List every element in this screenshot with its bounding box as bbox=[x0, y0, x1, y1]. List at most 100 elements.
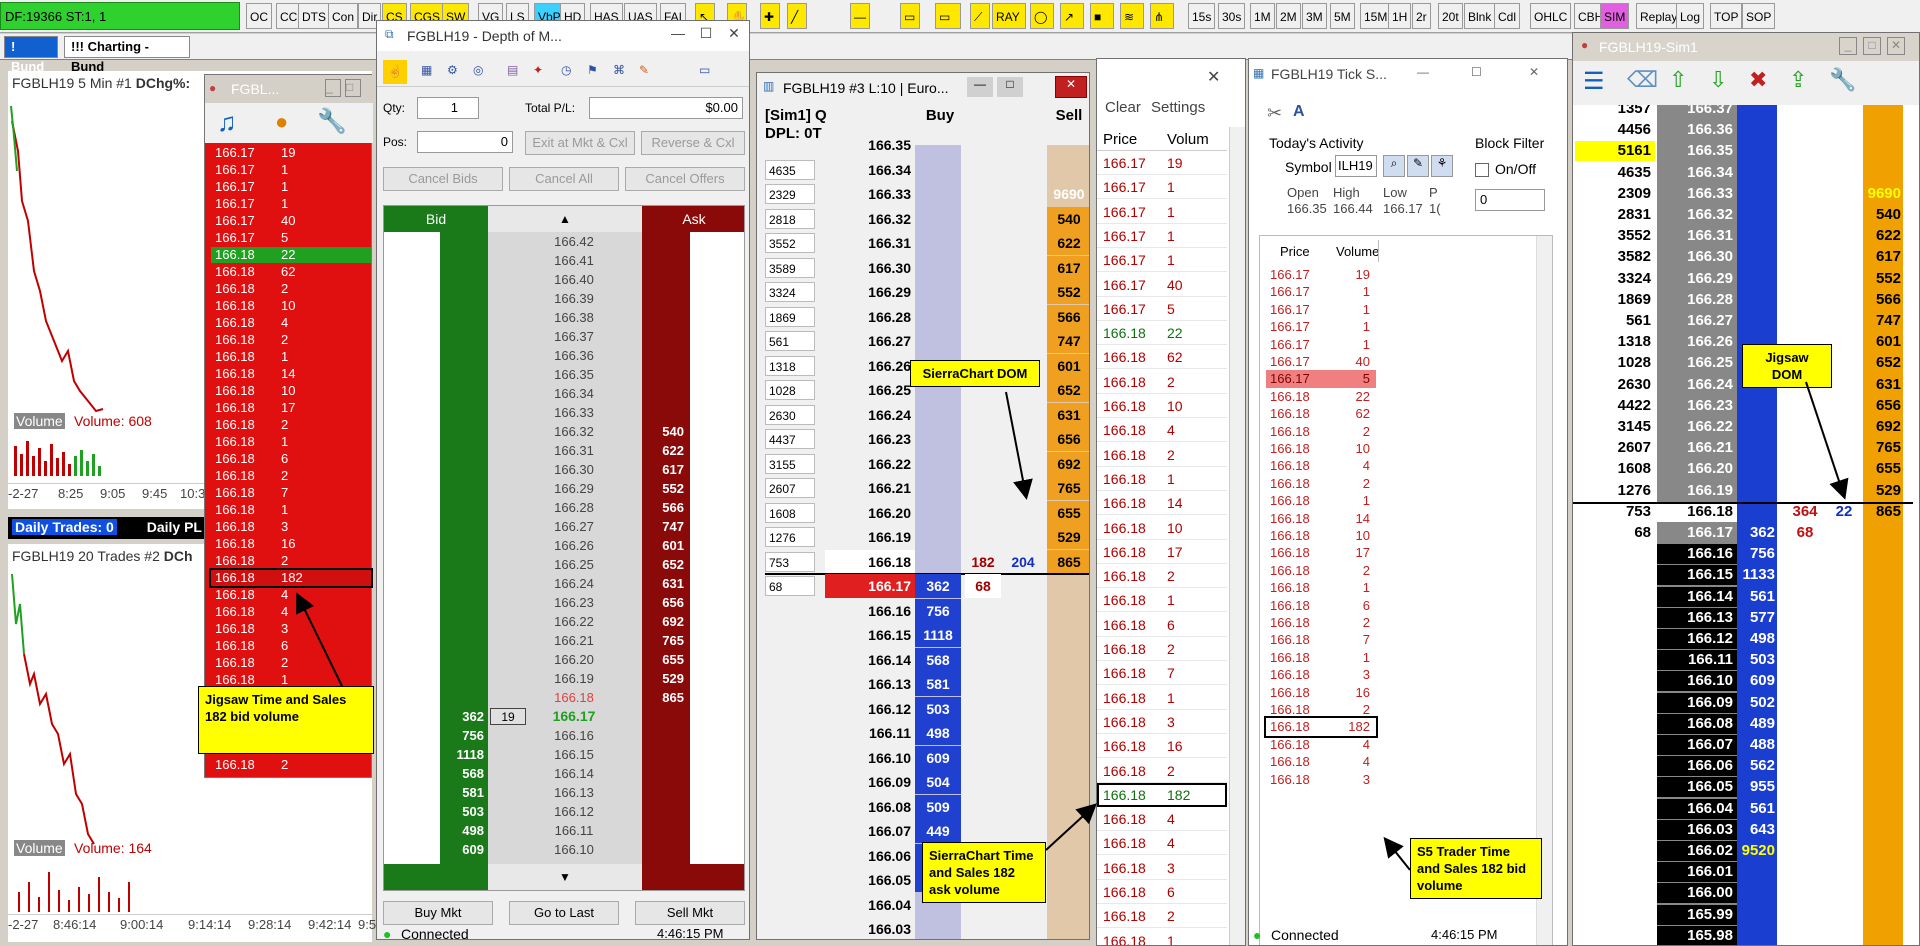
table-row[interactable]: 581 166.13 bbox=[384, 783, 744, 802]
exit-at-mkt-button[interactable]: Exit at Mkt & Cxl bbox=[525, 131, 635, 155]
table-row[interactable]: 3552 166.31 622 bbox=[1573, 226, 1913, 246]
arrow-icon[interactable]: ↗ bbox=[1060, 3, 1084, 29]
table-row[interactable]: 4635 166.34 bbox=[765, 158, 1089, 182]
table-row[interactable]: 2607 166.21 765 bbox=[765, 476, 1089, 500]
minimize-button[interactable]: — bbox=[1417, 65, 1429, 79]
timeframe-1m[interactable]: 1M bbox=[1250, 3, 1275, 29]
network-icon[interactable]: ⌘ bbox=[613, 63, 625, 77]
table-row[interactable]: 166.19 529 bbox=[384, 669, 744, 688]
table-row[interactable]: 753 166.18 182 204 865 bbox=[765, 549, 1089, 575]
scroll-down-icon[interactable]: ▼ bbox=[488, 864, 642, 890]
close-button[interactable]: ✕ bbox=[1529, 65, 1539, 79]
table-row[interactable]: 4437 166.23 656 bbox=[765, 427, 1089, 451]
timeframe-1h[interactable]: 1H bbox=[1388, 3, 1412, 29]
grid-icon[interactable]: ▤ bbox=[507, 63, 518, 77]
jigsaw-time-and-sales[interactable]: ● FGBL... _ □ ♫ ● 🔧 166.17 19 166.17 1 166.1… bbox=[204, 74, 373, 778]
maximize-button[interactable]: ☐ bbox=[695, 25, 717, 45]
table-row[interactable]: 166.15 1133 bbox=[1573, 565, 1913, 586]
table-row[interactable]: 756 166.16 bbox=[384, 726, 744, 745]
buy-mkt-button[interactable]: Buy Mkt bbox=[383, 901, 493, 925]
close-button[interactable]: ✕ bbox=[1207, 67, 1220, 87]
table-row[interactable]: 166.20 655 bbox=[384, 650, 744, 669]
cancel-all-button[interactable]: Cancel All bbox=[509, 167, 619, 191]
table-row[interactable]: 3589 166.30 617 bbox=[765, 255, 1089, 280]
timeframe-3m[interactable]: 3M bbox=[1302, 3, 1327, 29]
maximize-button[interactable]: □ bbox=[997, 77, 1023, 97]
ladder-icon[interactable]: ☰ bbox=[1583, 67, 1605, 96]
table-row[interactable]: 753 166.18 364 22 865 bbox=[1573, 501, 1913, 522]
table-row[interactable]: 362 19 166.17 bbox=[384, 707, 744, 726]
toolbar-button-oc[interactable]: OC bbox=[246, 3, 272, 29]
rect2-icon[interactable]: ▭ bbox=[935, 3, 961, 29]
table-row[interactable]: 503 166.12 bbox=[384, 802, 744, 821]
timeframe-ohlc[interactable]: OHLC bbox=[1530, 3, 1572, 29]
timeframe-sop[interactable]: SOP bbox=[1742, 3, 1776, 29]
table-row[interactable]: 166.25 652 bbox=[384, 555, 744, 574]
table-row[interactable]: 166.36 bbox=[384, 346, 744, 365]
table-row[interactable]: 561 166.27 747 bbox=[1573, 311, 1913, 331]
table-row[interactable]: 166.14 568 bbox=[765, 647, 1089, 672]
cancel-bids-button[interactable]: Cancel Bids bbox=[383, 167, 503, 191]
clock-icon[interactable]: ◷ bbox=[561, 63, 571, 77]
table-row[interactable]: 166.39 bbox=[384, 289, 744, 308]
table-row[interactable]: 166.01 bbox=[1573, 862, 1913, 883]
table-row[interactable]: 4635 166.34 bbox=[1573, 163, 1913, 183]
table-row[interactable]: 166.16 756 bbox=[765, 598, 1089, 623]
table-row[interactable]: 166.30 617 bbox=[384, 460, 744, 479]
minimize-button[interactable]: _ bbox=[325, 79, 341, 97]
up-arrow-icon[interactable]: ⇧ bbox=[1669, 67, 1687, 93]
table-row[interactable]: 166.29 552 bbox=[384, 479, 744, 498]
table-row[interactable]: 166.15 1118 bbox=[765, 623, 1089, 647]
wrench-icon[interactable]: 🔧 bbox=[1829, 67, 1856, 93]
calculator-icon[interactable]: ▦ bbox=[421, 63, 432, 77]
table-row[interactable]: 166.03 643 bbox=[1573, 819, 1913, 840]
table-row[interactable]: 166.13 577 bbox=[1573, 607, 1913, 628]
close-button[interactable]: ✕ bbox=[1887, 37, 1905, 55]
down-arrow-icon[interactable]: ⇩ bbox=[1709, 67, 1727, 93]
table-row[interactable]: 4422 166.23 656 bbox=[1573, 396, 1913, 416]
table-row[interactable]: 68 166.17 362 68 bbox=[765, 574, 1089, 598]
tab-bund[interactable]: ! Bund bbox=[4, 36, 58, 74]
table-row[interactable]: 166.35 bbox=[765, 133, 1089, 157]
depth-of-market-window[interactable]: FGBLH19 - Depth of M... ⧉ — ☐ ✕ ☝ ▦ ⚙ ◎ … bbox=[376, 20, 750, 940]
reverse-button[interactable]: Reverse & Cxl bbox=[641, 131, 745, 155]
wrench-icon[interactable]: 🔧 bbox=[317, 107, 347, 136]
table-row[interactable]: 166.26 601 bbox=[384, 536, 744, 555]
table-row[interactable]: 166.28 566 bbox=[384, 498, 744, 517]
table-row[interactable]: 609 166.10 bbox=[384, 840, 744, 859]
table-row[interactable]: 166.12 503 bbox=[765, 696, 1089, 721]
flag-icon[interactable]: ⚑ bbox=[587, 63, 598, 77]
close-button[interactable]: ✕ bbox=[723, 25, 745, 45]
ray-button[interactable]: RAY bbox=[992, 3, 1026, 29]
timeframe-2m[interactable]: 2M bbox=[1276, 3, 1301, 29]
table-row[interactable]: 1608 166.20 655 bbox=[765, 500, 1089, 525]
timeframe-sim[interactable]: SIM bbox=[1600, 3, 1630, 29]
timeframe-15m[interactable]: 15M bbox=[1360, 3, 1392, 29]
table-row[interactable]: 166.07 488 bbox=[1573, 735, 1913, 755]
table-row[interactable]: 166.00 bbox=[1573, 883, 1913, 904]
table-row[interactable]: 1276 166.19 529 bbox=[1573, 481, 1913, 501]
link-icon[interactable]: ✎ bbox=[1407, 155, 1429, 177]
table-row[interactable]: 561 166.27 747 bbox=[765, 329, 1089, 353]
timeframe-log[interactable]: Log bbox=[1676, 3, 1705, 29]
music-note-icon[interactable]: ♫ bbox=[217, 107, 237, 138]
timeframe-blnk[interactable]: Blnk bbox=[1464, 3, 1496, 29]
timeframe-20t[interactable]: 20t bbox=[1438, 3, 1463, 29]
table-row[interactable]: 165.98 bbox=[1573, 925, 1913, 945]
table-row[interactable]: 166.41 bbox=[384, 251, 744, 270]
tab-charting-bund[interactable]: !!! Charting - Bund bbox=[64, 36, 190, 74]
filter-icon[interactable]: ⚘ bbox=[1431, 155, 1453, 177]
crosshair-icon[interactable]: ✚ bbox=[760, 3, 780, 29]
scroll-up-icon[interactable]: ▲ bbox=[488, 206, 642, 232]
table-row[interactable]: 3324 166.29 552 bbox=[1573, 269, 1913, 289]
qty-input[interactable]: 1 bbox=[417, 97, 479, 119]
table-row[interactable]: 166.08 509 bbox=[765, 794, 1089, 819]
minimize-button[interactable]: — bbox=[967, 77, 993, 97]
timeframe-cdl[interactable]: Cdl bbox=[1494, 3, 1521, 29]
table-row[interactable]: 166.07 449 bbox=[765, 819, 1089, 843]
table-row[interactable]: 2818 166.32 540 bbox=[765, 206, 1089, 231]
square-icon[interactable]: ■ bbox=[1090, 3, 1114, 29]
pointer-icon[interactable]: ☝ bbox=[383, 60, 407, 84]
table-row[interactable]: 1608 166.20 655 bbox=[1573, 459, 1913, 479]
table-row[interactable]: 166.11 503 bbox=[1573, 650, 1913, 671]
